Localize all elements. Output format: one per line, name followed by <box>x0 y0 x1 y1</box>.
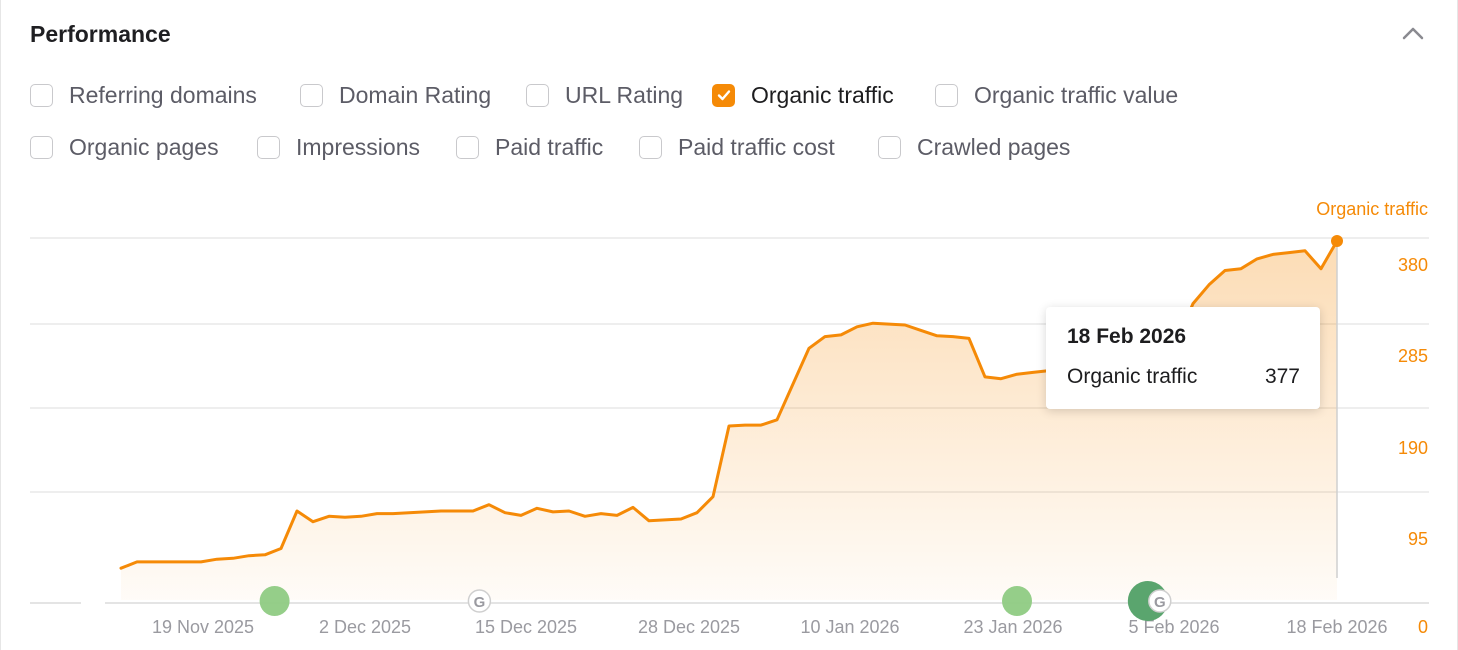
series-label: Organic traffic <box>1316 199 1428 219</box>
x-tick-label: 15 Dec 2025 <box>475 617 577 637</box>
tooltip-date: 18 Feb 2026 <box>1067 325 1187 348</box>
y-tick-label: 380 <box>1398 255 1428 275</box>
y-tick-label: 0 <box>1418 617 1428 637</box>
update-event-marker <box>259 586 290 616</box>
x-tick-label: 10 Jan 2026 <box>800 617 899 637</box>
chart-tooltip: 18 Feb 2026 Organic traffic 377 <box>1046 307 1320 409</box>
data-point-marker <box>1331 235 1343 247</box>
x-tick-label: 18 Feb 2026 <box>1286 617 1387 637</box>
google-g-glyph: G <box>1154 594 1166 611</box>
update-event-marker <box>1002 586 1032 616</box>
google-g-glyph: G <box>474 594 486 611</box>
y-tick-label: 285 <box>1398 346 1428 366</box>
y-tick-label: 95 <box>1408 529 1428 549</box>
tooltip-series-name: Organic traffic <box>1067 365 1198 388</box>
performance-panel: Performance Referring domains Domain Rat… <box>0 0 1458 650</box>
tooltip-value: 377 <box>1264 365 1300 388</box>
x-tick-label: 28 Dec 2025 <box>638 617 740 637</box>
x-tick-label: 2 Dec 2025 <box>319 617 411 637</box>
series-area <box>121 241 1337 600</box>
x-tick-label: 19 Nov 2025 <box>152 617 254 637</box>
x-tick-label: 23 Jan 2026 <box>963 617 1062 637</box>
y-tick-label: 190 <box>1398 438 1428 458</box>
